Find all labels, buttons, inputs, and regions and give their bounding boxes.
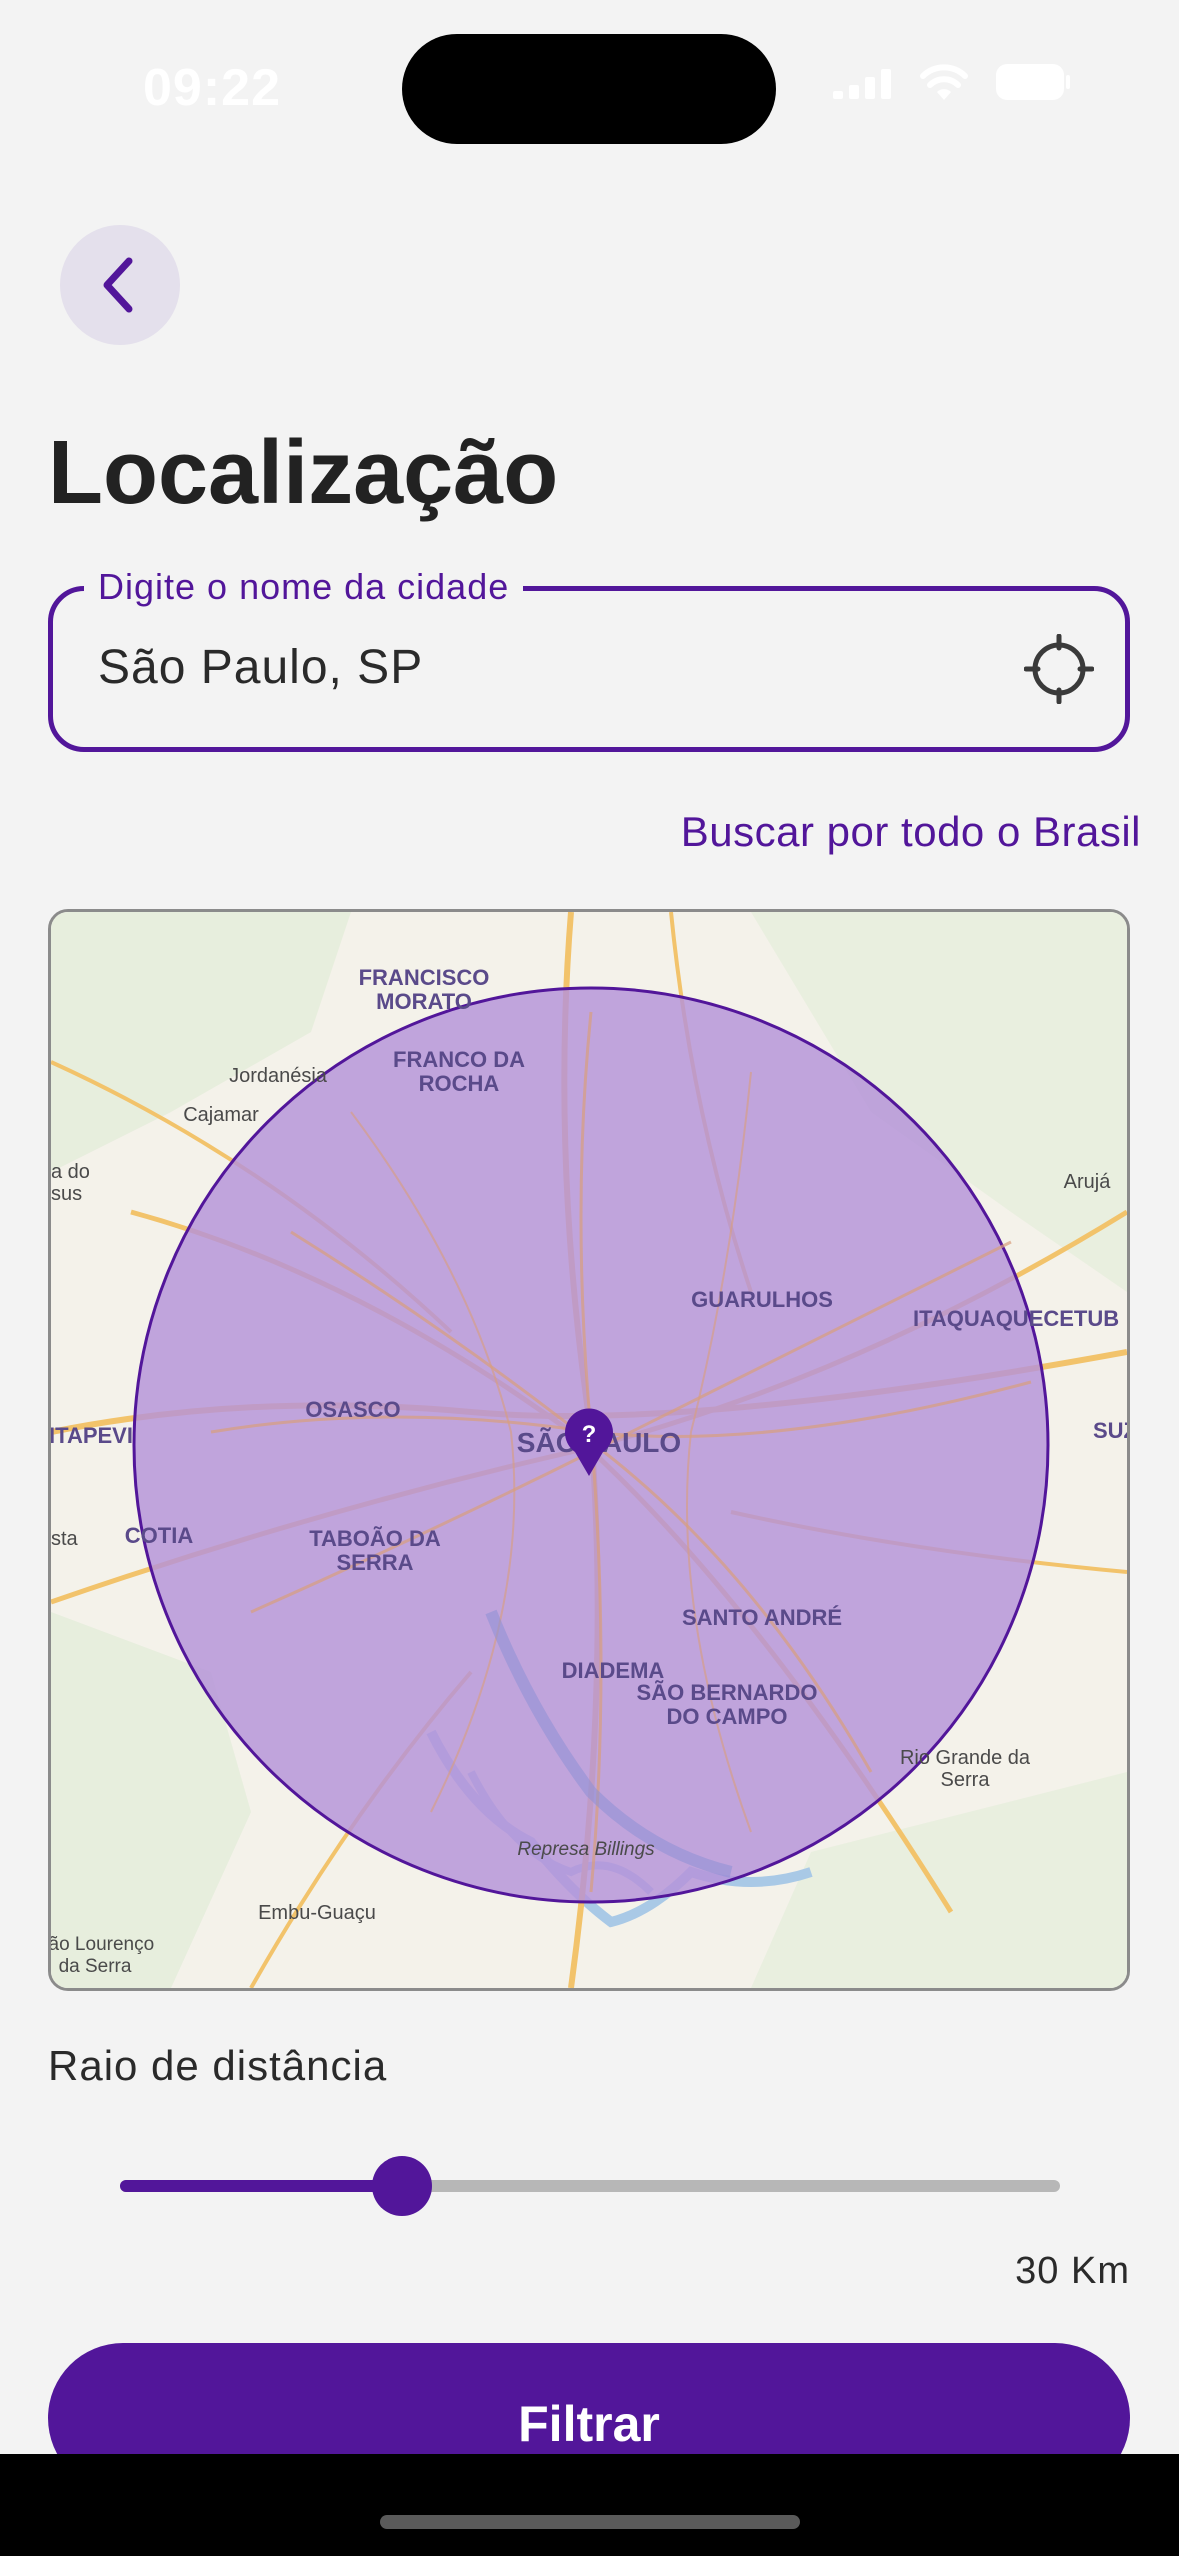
map-canvas: FRANCISCO MORATO FRANCO DA ROCHA Jordané…: [51, 912, 1127, 1988]
signal-icon: [833, 69, 891, 99]
map-label: COTIA: [125, 1523, 194, 1548]
map-label: São Lourenço: [51, 1934, 154, 1955]
map-label: Serra: [941, 1769, 991, 1791]
radius-slider[interactable]: [120, 2150, 1060, 2220]
radius-label: Raio de distância: [48, 2042, 388, 2089]
map-label: ITAQUAQUECETUB: [913, 1306, 1119, 1331]
radius-value: 30 Km: [1015, 2250, 1130, 2292]
slider-track-fill: [120, 2180, 402, 2192]
city-input-value[interactable]: São Paulo, SP: [98, 640, 423, 695]
dynamic-island: [402, 34, 776, 144]
map-label: FRANCISCO: [359, 965, 490, 990]
map-label: ROCHA: [419, 1071, 500, 1096]
map-label: FRANCO DA: [393, 1047, 525, 1072]
status-bar: 09:22: [0, 0, 1179, 170]
map-label: GUARULHOS: [691, 1287, 833, 1312]
map-label: Arujá: [1064, 1171, 1112, 1193]
battery-icon: [996, 64, 1070, 100]
page-title: Localização: [48, 423, 559, 523]
map-label: SUZAN: [1093, 1418, 1127, 1443]
map-label: SÃO BERNARDO: [637, 1680, 818, 1705]
map-label: SERRA: [336, 1550, 413, 1575]
map-label: OSASCO: [305, 1397, 400, 1422]
city-input-label: Digite o nome da cidade: [84, 566, 524, 608]
map-label: Cajamar: [183, 1104, 259, 1126]
pin-symbol: ?: [582, 1421, 597, 1448]
search-all-brazil-link[interactable]: Buscar por todo o Brasil: [681, 808, 1141, 856]
status-icons: [833, 62, 1071, 102]
map-label: da Serra: [59, 1956, 132, 1977]
bottom-bar: [0, 2454, 1179, 2556]
map-label: ITAPEVI: [51, 1423, 133, 1448]
status-time: 09:22: [143, 59, 281, 117]
map-label: DO CAMPO: [667, 1704, 788, 1729]
map-label: TABOÃO DA: [309, 1526, 441, 1551]
map-label: a do: [51, 1161, 90, 1183]
crosshair-icon[interactable]: [1024, 634, 1094, 704]
home-indicator: [380, 2515, 800, 2529]
back-button[interactable]: [60, 225, 180, 345]
map-label: Jordanésia: [229, 1065, 328, 1087]
map-label: Embu-Guaçu: [258, 1902, 376, 1924]
slider-thumb[interactable]: [372, 2156, 432, 2216]
map-label: SANTO ANDRÉ: [682, 1605, 842, 1630]
wifi-icon: [920, 64, 968, 100]
map-label: Rio Grande da: [900, 1747, 1031, 1769]
map-label: Represa Billings: [517, 1839, 655, 1860]
map-label: sus: [51, 1183, 82, 1205]
map-label: sta: [51, 1528, 79, 1550]
map-label: MORATO: [376, 989, 472, 1014]
chevron-left-icon: [103, 257, 133, 313]
map-view[interactable]: FRANCISCO MORATO FRANCO DA ROCHA Jordané…: [48, 909, 1130, 1991]
